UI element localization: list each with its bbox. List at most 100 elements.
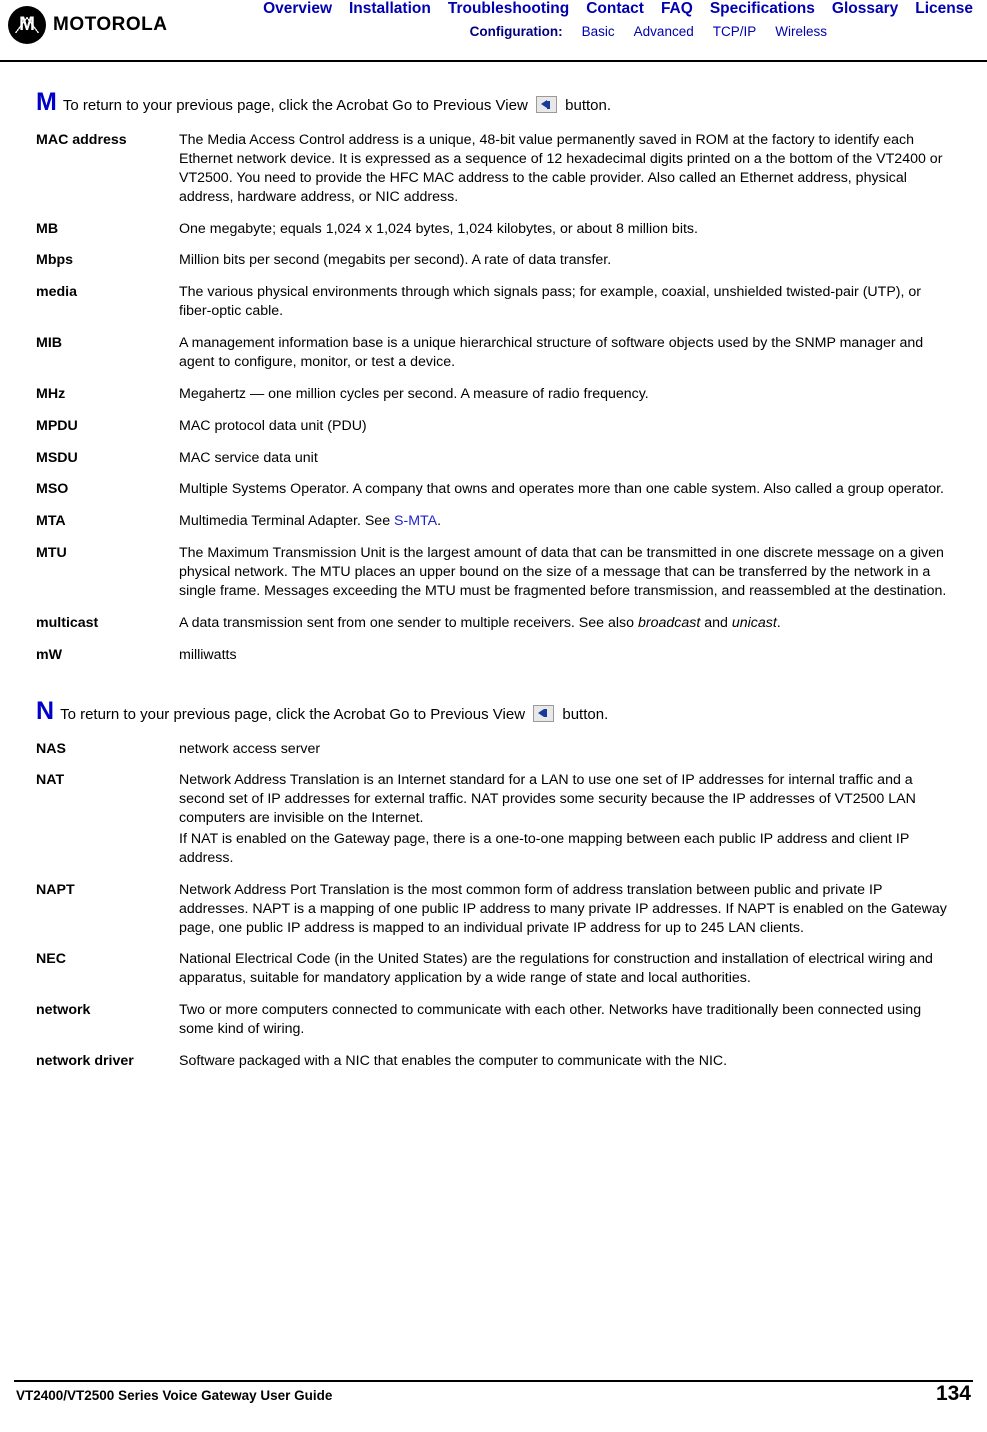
glossary-entry: MSDU MAC service data unit (36, 449, 951, 468)
glossary-definition: The various physical environments throug… (179, 283, 951, 321)
glossary-term: NAS (36, 740, 66, 757)
nav-item-troubleshooting[interactable]: Troubleshooting (448, 0, 569, 18)
glossary-term: MTA (36, 513, 66, 530)
definition-paragraph: Multimedia Terminal Adapter. See S-MTA. (179, 512, 951, 531)
motorola-m-icon: M (8, 6, 46, 44)
glossary-definition: A data transmission sent from one sender… (179, 614, 951, 633)
definition-paragraph: Two or more computers connected to commu… (179, 1002, 922, 1037)
glossary-entry: MPDU MAC protocol data unit (PDU) (36, 417, 951, 436)
glossary-term: network (36, 1002, 91, 1019)
glossary-term: mW (36, 646, 63, 663)
definition-paragraph: Network Address Port Translation is the … (179, 881, 947, 936)
glossary-definition: milliwatts (179, 646, 951, 665)
definition-trail-text: . (437, 513, 442, 530)
glossary-entry: MTU The Maximum Transmission Unit is the… (36, 544, 951, 601)
footer-title: VT2400/VT2500 Series Voice Gateway User … (16, 1388, 333, 1403)
definition-paragraph: MAC service data unit (179, 449, 318, 466)
glossary-term: MIB (36, 335, 63, 351)
glossary-term: NAT (36, 772, 65, 789)
glossary-definition: Megahertz — one million cycles per secon… (179, 385, 951, 404)
glossary-term: MSO (36, 481, 69, 498)
glossary-definition: The Media Access Control address is a un… (179, 131, 951, 207)
definition-paragraph: The Maximum Transmission Unit is the lar… (179, 545, 947, 599)
definition-italic-unicast: unicast (731, 614, 777, 631)
section-heading-m: M To return to your previous page, click… (36, 90, 951, 115)
glossary-definition: National Electrical Code (in the United … (179, 950, 951, 988)
go-to-previous-view-icon[interactable] (535, 96, 557, 113)
nav-item-license[interactable]: License (915, 0, 973, 18)
nav-item-specifications[interactable]: Specifications (710, 0, 815, 18)
glossary-entry: NAT Network Address Translation is an In… (36, 771, 951, 867)
definition-paragraph: milliwatts (179, 646, 237, 663)
glossary-definition: A management information base is a uniqu… (179, 334, 951, 372)
subnav-item-wireless[interactable]: Wireless (775, 24, 827, 39)
page-header: M MOTOROLA Overview Installation Trouble… (0, 0, 987, 62)
nav-item-contact[interactable]: Contact (586, 0, 644, 18)
glossary-definition: Multiple Systems Operator. A company tha… (179, 480, 951, 499)
cross-reference-link[interactable]: S-MTA (394, 513, 437, 529)
glossary-entry: MSO Multiple Systems Operator. A company… (36, 480, 951, 499)
glossary-entry: MTA Multimedia Terminal Adapter. See S-M… (36, 512, 951, 531)
definition-paragraph: Megahertz — one million cycles per secon… (179, 385, 649, 402)
definition-text: A data transmission sent from one sender… (179, 614, 638, 631)
nav-item-overview[interactable]: Overview (263, 0, 332, 18)
glossary-entry: network driver Software packaged with a … (36, 1052, 951, 1071)
glossary-entry: Mbps Million bits per second (megabits p… (36, 251, 951, 270)
glossary-definition: Two or more computers connected to commu… (179, 1001, 951, 1039)
glossary-definition: Million bits per second (megabits per se… (179, 251, 951, 270)
glossary-term: MHz (36, 385, 66, 402)
glossary-content: M To return to your previous page, click… (0, 62, 987, 1372)
instruction-text-before-n: To return to your previous page, click t… (60, 705, 526, 723)
motorola-wordmark: MOTOROLA (53, 14, 168, 35)
glossary-term: media (36, 284, 78, 301)
section-instruction-n: To return to your previous page, click t… (60, 704, 609, 724)
definition-mid-text: and (700, 614, 732, 631)
glossary-definition: network access server (179, 740, 951, 759)
subnav-item-tcpip[interactable]: TCP/IP (713, 24, 757, 39)
definition-paragraph: The Media Access Control address is a un… (179, 132, 943, 205)
main-navigation: Overview Installation Troubleshooting Co… (263, 0, 973, 18)
glossary-term: NAPT (36, 881, 75, 898)
glossary-definition: MAC protocol data unit (PDU) (179, 417, 951, 436)
glossary-entry: MIB A management information base is a u… (36, 334, 951, 372)
glossary-term: multicast (36, 614, 99, 631)
subnav-item-basic[interactable]: Basic (582, 24, 615, 39)
page-footer: VT2400/VT2500 Series Voice Gateway User … (0, 1374, 987, 1432)
definition-paragraph: Software packaged with a NIC that enable… (179, 1052, 728, 1069)
configuration-navigation: Configuration: Basic Advanced TCP/IP Wir… (470, 24, 827, 39)
glossary-entry: NEC National Electrical Code (in the Uni… (36, 950, 951, 988)
glossary-term: MSDU (36, 449, 78, 466)
subnav-item-advanced[interactable]: Advanced (634, 24, 694, 39)
glossary-definition: MAC service data unit (179, 449, 951, 468)
section-letter-n: N (36, 696, 55, 725)
footer-divider (14, 1380, 973, 1382)
section-heading-n: N To return to your previous page, click… (36, 696, 951, 725)
definition-paragraph: The various physical environments throug… (179, 284, 922, 320)
glossary-term: MTU (36, 545, 67, 562)
instruction-text-before-m: To return to your previous page, click t… (62, 97, 528, 114)
glossary-entry: MB One megabyte; equals 1,024 x 1,024 by… (36, 220, 951, 239)
nav-item-faq[interactable]: FAQ (661, 0, 693, 18)
glossary-term: MAC address (36, 132, 127, 148)
go-to-previous-view-icon[interactable] (533, 704, 555, 722)
instruction-text-after-n: button. (562, 705, 609, 723)
glossary-entry: multicast A data transmission sent from … (36, 614, 951, 633)
definition-paragraph: If NAT is enabled on the Gateway page, t… (179, 831, 910, 866)
section-instruction-m: To return to your previous page, click t… (63, 96, 611, 115)
glossary-term: network driver (36, 1052, 134, 1069)
section-letter-m: M (36, 88, 57, 116)
definition-paragraph: Million bits per second (megabits per se… (179, 252, 612, 269)
glossary-entry: NAS network access server (36, 740, 951, 759)
nav-item-installation[interactable]: Installation (349, 0, 431, 18)
glossary-term: MPDU (36, 417, 78, 434)
definition-paragraph: Multiple Systems Operator. A company tha… (179, 481, 944, 498)
definition-paragraph: MAC protocol data unit (PDU) (179, 417, 367, 434)
glossary-definition: One megabyte; equals 1,024 x 1,024 bytes… (179, 220, 951, 239)
glossary-entry: mW milliwatts (36, 646, 951, 665)
configuration-label: Configuration: (469, 24, 563, 39)
glossary-term: NEC (36, 951, 66, 968)
nav-item-glossary[interactable]: Glossary (832, 0, 898, 18)
glossary-term: Mbps (36, 252, 74, 269)
definition-paragraph: A data transmission sent from one sender… (179, 614, 951, 633)
glossary-definition: The Maximum Transmission Unit is the lar… (179, 544, 951, 601)
